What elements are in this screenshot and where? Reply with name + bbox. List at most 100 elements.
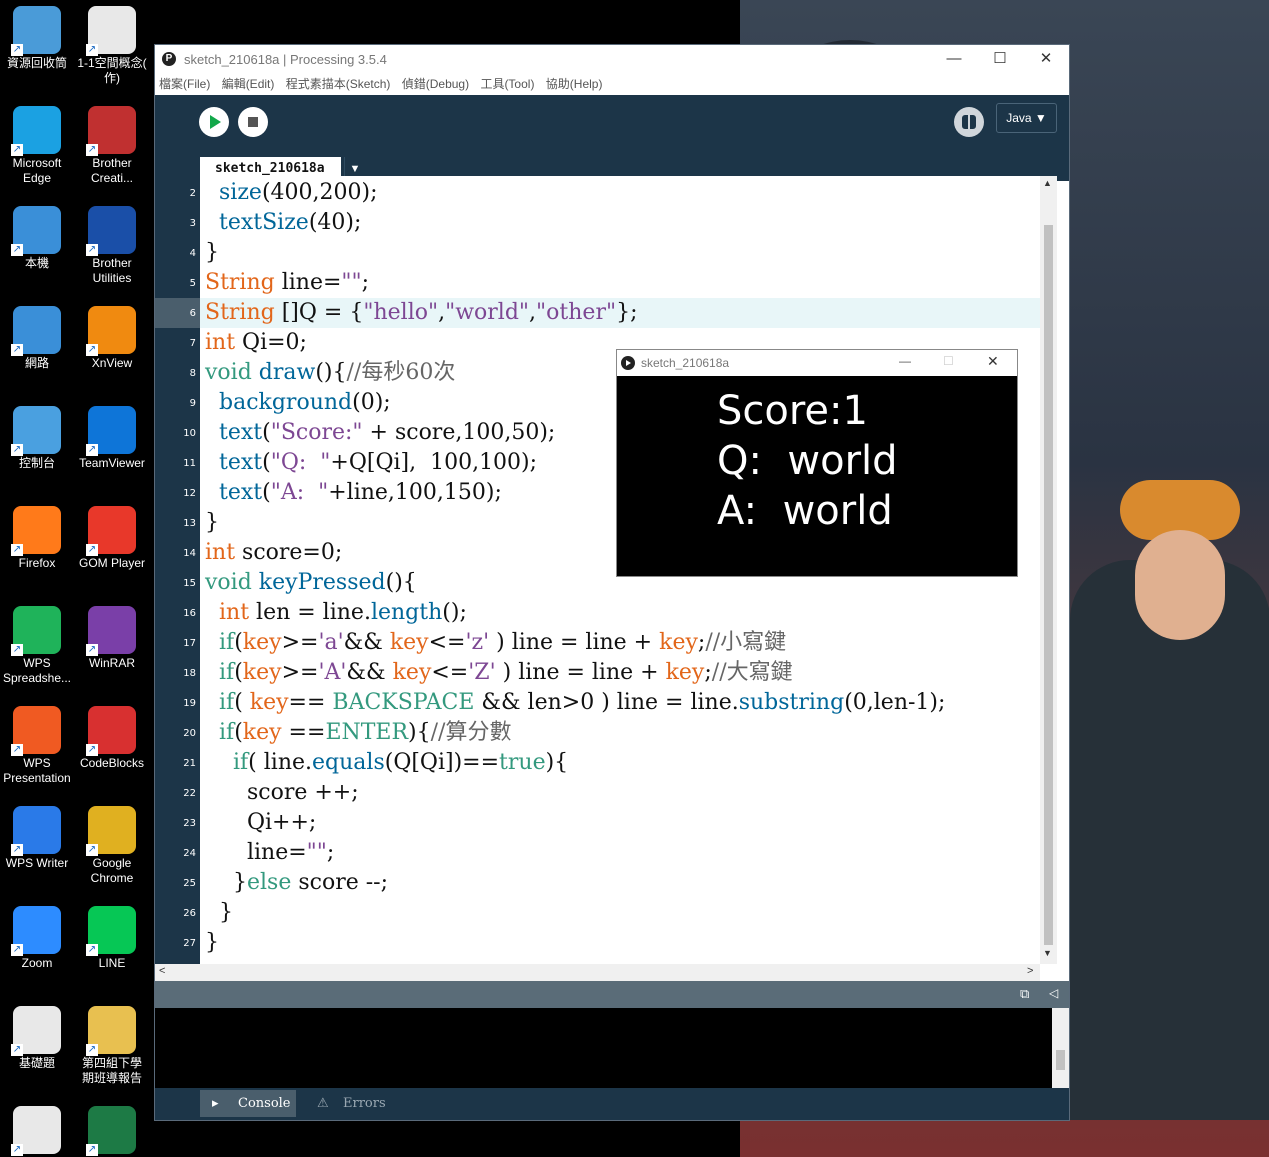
code-token: }; [616,300,638,325]
desktop-icon[interactable]: ↗ 資源回收筒 [0,6,74,71]
sketch-minimize-button[interactable]: — [899,354,911,368]
code-line[interactable]: text("Score:" + score,100,50); [205,418,555,448]
editor-vertical-scrollbar[interactable]: ▲ ▼ [1040,176,1057,964]
desktop-icon[interactable]: ↗ Microsoft Edge [0,106,74,186]
desktop-icon[interactable]: ↗ [0,1106,74,1156]
debug-button[interactable] [954,107,984,137]
console-output[interactable] [155,1008,1052,1088]
tab-console[interactable]: ▸ Console [200,1090,296,1117]
sketch-title-bar[interactable]: sketch_210618a — ☐ ✕ [617,350,1017,376]
code-token: ; [361,270,370,295]
processing-ide-window[interactable]: P sketch_210618a | Processing 3.5.4 — ☐ … [155,45,1069,1120]
code-line[interactable]: int Qi=0; [205,328,307,358]
desktop-icon[interactable]: ↗ 第四組下學 期班導報告 [75,1006,149,1086]
sketch-close-button[interactable]: ✕ [987,353,999,370]
desktop-icon[interactable]: ↗ Google Chrome [75,806,149,886]
code-line[interactable]: } [205,928,219,958]
console-scrollbar[interactable] [1052,1008,1069,1088]
maximize-button[interactable]: ☐ [977,45,1023,73]
code-line[interactable]: if( line.equals(Q[Qi])==true){ [205,748,568,778]
desktop-icon[interactable]: ↗ CodeBlocks [75,706,149,771]
menu-help[interactable]: 協助(Help) [546,73,603,95]
desktop-icon[interactable]: ↗ GOM Player [75,506,149,571]
close-button[interactable]: ✕ [1023,45,1069,73]
copy-console-icon[interactable]: ⧉ [1020,986,1029,1002]
desktop-icon[interactable]: ↗ TeamViewer [75,406,149,471]
tab-errors[interactable]: ⚠ Errors [305,1090,399,1117]
code-token: 'Z' [468,660,496,685]
line-number: 2 [189,188,196,199]
desktop-icon[interactable]: ↗ Brother Utilities [75,206,149,286]
desktop-icon[interactable]: ↗ LINE [75,906,149,971]
code-line[interactable]: String line=""; [205,268,369,298]
line-number: 9 [189,398,196,409]
title-bar[interactable]: P sketch_210618a | Processing 3.5.4 — ☐ … [155,45,1069,73]
editor-horizontal-scrollbar[interactable]: < > [155,964,1040,981]
sketch-canvas[interactable]: Score:1 Q: world A: world [617,376,1017,576]
console-label: Console [238,1096,291,1111]
desktop-icon[interactable]: ↗ 1-1空間概念( 作) [75,6,149,86]
code-line[interactable]: textSize(40); [205,208,361,238]
desktop-icon[interactable]: ↗ Zoom [0,906,74,971]
desktop-icon[interactable]: ↗ WPS Writer [0,806,74,871]
code-line[interactable]: } [205,238,219,268]
code-token: len = line. [249,600,371,625]
code-line[interactable]: background(0); [205,388,391,418]
run-button[interactable] [199,107,229,137]
menu-sketch[interactable]: 程式素描本(Sketch) [286,73,391,95]
desktop-icon[interactable]: ↗ 網路 [0,306,74,371]
desktop-icon[interactable]: ↗ 控制台 [0,406,74,471]
code-token: (40); [308,210,362,235]
shortcut-arrow-icon: ↗ [11,444,23,456]
code-line[interactable]: void draw(){//每秒60次 [205,358,455,388]
code-line[interactable]: size(400,200); [205,178,378,208]
code-line[interactable]: void keyPressed(){ [205,568,417,598]
code-line[interactable]: String []Q = {"hello","world","other"}; [205,298,638,328]
code-line[interactable]: line=""; [205,838,334,868]
scroll-thumb[interactable] [1044,225,1053,945]
code-line[interactable]: } [205,898,233,928]
desktop-icon[interactable]: ↗ WPS Presentation [0,706,74,786]
code-line[interactable]: int len = line.length(); [205,598,467,628]
line-number: 13 [183,518,196,529]
code-token: >= [281,660,319,685]
menu-edit[interactable]: 編輯(Edit) [222,73,275,95]
code-line[interactable]: if( key== BACKSPACE && len>0 ) line = li… [205,688,945,718]
console-scroll-thumb[interactable] [1056,1050,1065,1070]
desktop-icon[interactable]: ↗ [75,1106,149,1156]
desktop-icon[interactable]: ↗ WPS Spreadshe... [0,606,74,686]
menu-file[interactable]: 檔案(File) [159,73,210,95]
desktop-icon[interactable]: ↗ Brother Creati... [75,106,149,186]
desktop-icon[interactable]: ↗ Firefox [0,506,74,571]
stop-button[interactable] [238,107,268,137]
desktop-icon-label: Google Chrome [90,856,134,885]
code-token: ; [704,660,712,685]
code-line[interactable]: Qi++; [205,808,316,838]
mode-selector[interactable]: Java ▼ [996,103,1057,133]
code-line[interactable]: text("Q: "+Q[Qi], 100,100); [205,448,537,478]
sketch-maximize-button[interactable]: ☐ [943,354,954,368]
code-token: ( [234,690,250,715]
menu-debug[interactable]: 偵錯(Debug) [402,73,469,95]
code-line[interactable]: if(key>='a'&& key<='z' ) line = line + k… [205,628,786,658]
shortcut-arrow-icon: ↗ [86,1144,98,1156]
code-token: ) line = line + [495,660,666,685]
code-line[interactable]: if(key>='A'&& key<='Z' ) line = line + k… [205,658,793,688]
desktop-icon[interactable]: ↗ WinRAR [75,606,149,671]
code-line[interactable]: int score=0; [205,538,342,568]
desktop-icon[interactable]: ↗ 本機 [0,206,74,271]
desktop-icon-label: Firefox [18,556,56,570]
code-line[interactable]: score ++; [205,778,359,808]
code-line[interactable]: } [205,508,219,538]
menu-tool[interactable]: 工具(Tool) [480,73,534,95]
minimize-button[interactable]: — [931,45,977,73]
code-token: if [219,690,235,715]
code-line[interactable]: text("A: "+line,100,150); [205,478,502,508]
desktop-icon[interactable]: ↗ 基礎題 [0,1006,74,1071]
desktop-icon[interactable]: ↗ XnView [75,306,149,371]
collapse-console-icon[interactable]: ◁ [1049,986,1058,1000]
code-line[interactable]: if(key ==ENTER){//算分數 [205,718,511,748]
sketch-output-window[interactable]: sketch_210618a — ☐ ✕ Score:1 Q: world A:… [617,350,1017,576]
code-line[interactable]: }else score --; [205,868,388,898]
